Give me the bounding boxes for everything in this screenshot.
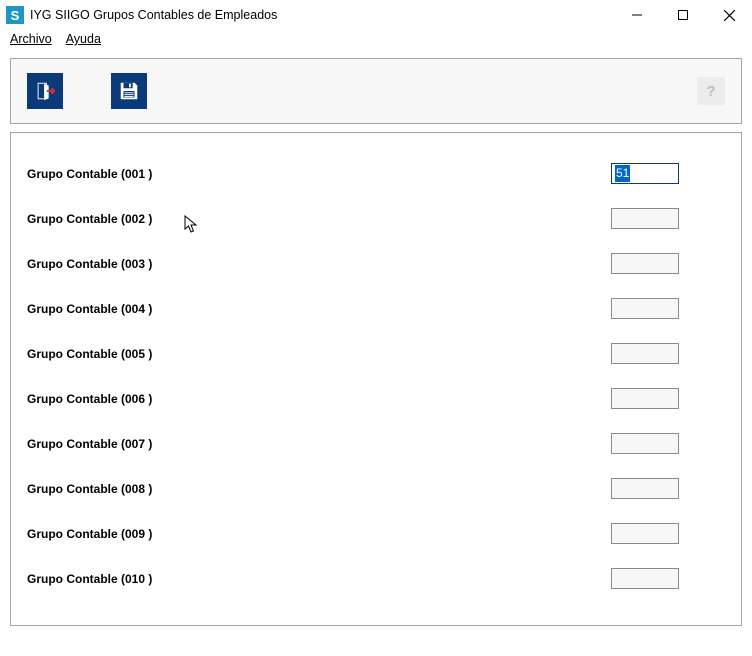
grupo-contable-input-010[interactable]	[611, 568, 679, 589]
form-row: Grupo Contable (008 )	[27, 466, 725, 511]
field-label: Grupo Contable (009 )	[27, 527, 611, 541]
grupo-contable-input-007[interactable]	[611, 433, 679, 454]
form-row: Grupo Contable (002 )	[27, 196, 725, 241]
form-row: Grupo Contable (006 )	[27, 376, 725, 421]
field-label: Grupo Contable (004 )	[27, 302, 611, 316]
field-label: Grupo Contable (001 )	[27, 167, 611, 181]
grupo-contable-input-009[interactable]	[611, 523, 679, 544]
menu-ayuda[interactable]: Ayuda	[66, 32, 101, 46]
field-label: Grupo Contable (010 )	[27, 572, 611, 586]
toolbar: ?	[10, 58, 742, 124]
grupo-contable-input-001[interactable]: 51	[611, 163, 679, 184]
field-label: Grupo Contable (005 )	[27, 347, 611, 361]
grupo-contable-input-003[interactable]	[611, 253, 679, 274]
window-title: IYG SIIGO Grupos Contables de Empleados	[30, 8, 614, 22]
exit-button[interactable]	[27, 73, 63, 109]
form-row: Grupo Contable (010 )	[27, 556, 725, 601]
field-label: Grupo Contable (006 )	[27, 392, 611, 406]
field-label: Grupo Contable (007 )	[27, 437, 611, 451]
field-label: Grupo Contable (008 )	[27, 482, 611, 496]
menubar: Archivo Ayuda	[0, 30, 752, 50]
titlebar: S IYG SIIGO Grupos Contables de Empleado…	[0, 0, 752, 30]
form-row: Grupo Contable (009 )	[27, 511, 725, 556]
form-row: Grupo Contable (001 ) 51	[27, 151, 725, 196]
window-controls	[614, 0, 752, 30]
form-panel: Grupo Contable (001 ) 51 Grupo Contable …	[10, 132, 742, 626]
grupo-contable-input-006[interactable]	[611, 388, 679, 409]
door-exit-icon	[34, 80, 56, 102]
app-icon: S	[6, 6, 24, 24]
grupo-contable-input-005[interactable]	[611, 343, 679, 364]
form-row: Grupo Contable (007 )	[27, 421, 725, 466]
menu-archivo[interactable]: Archivo	[10, 32, 52, 46]
field-label: Grupo Contable (003 )	[27, 257, 611, 271]
grupo-contable-input-008[interactable]	[611, 478, 679, 499]
maximize-button[interactable]	[660, 0, 706, 30]
field-label: Grupo Contable (002 )	[27, 212, 611, 226]
grupo-contable-input-002[interactable]	[611, 208, 679, 229]
help-button[interactable]: ?	[697, 77, 725, 105]
floppy-save-icon	[118, 80, 140, 102]
save-button[interactable]	[111, 73, 147, 109]
form-row: Grupo Contable (003 )	[27, 241, 725, 286]
form-row: Grupo Contable (005 )	[27, 331, 725, 376]
form-row: Grupo Contable (004 )	[27, 286, 725, 331]
close-button[interactable]	[706, 0, 752, 30]
minimize-button[interactable]	[614, 0, 660, 30]
grupo-contable-input-004[interactable]	[611, 298, 679, 319]
